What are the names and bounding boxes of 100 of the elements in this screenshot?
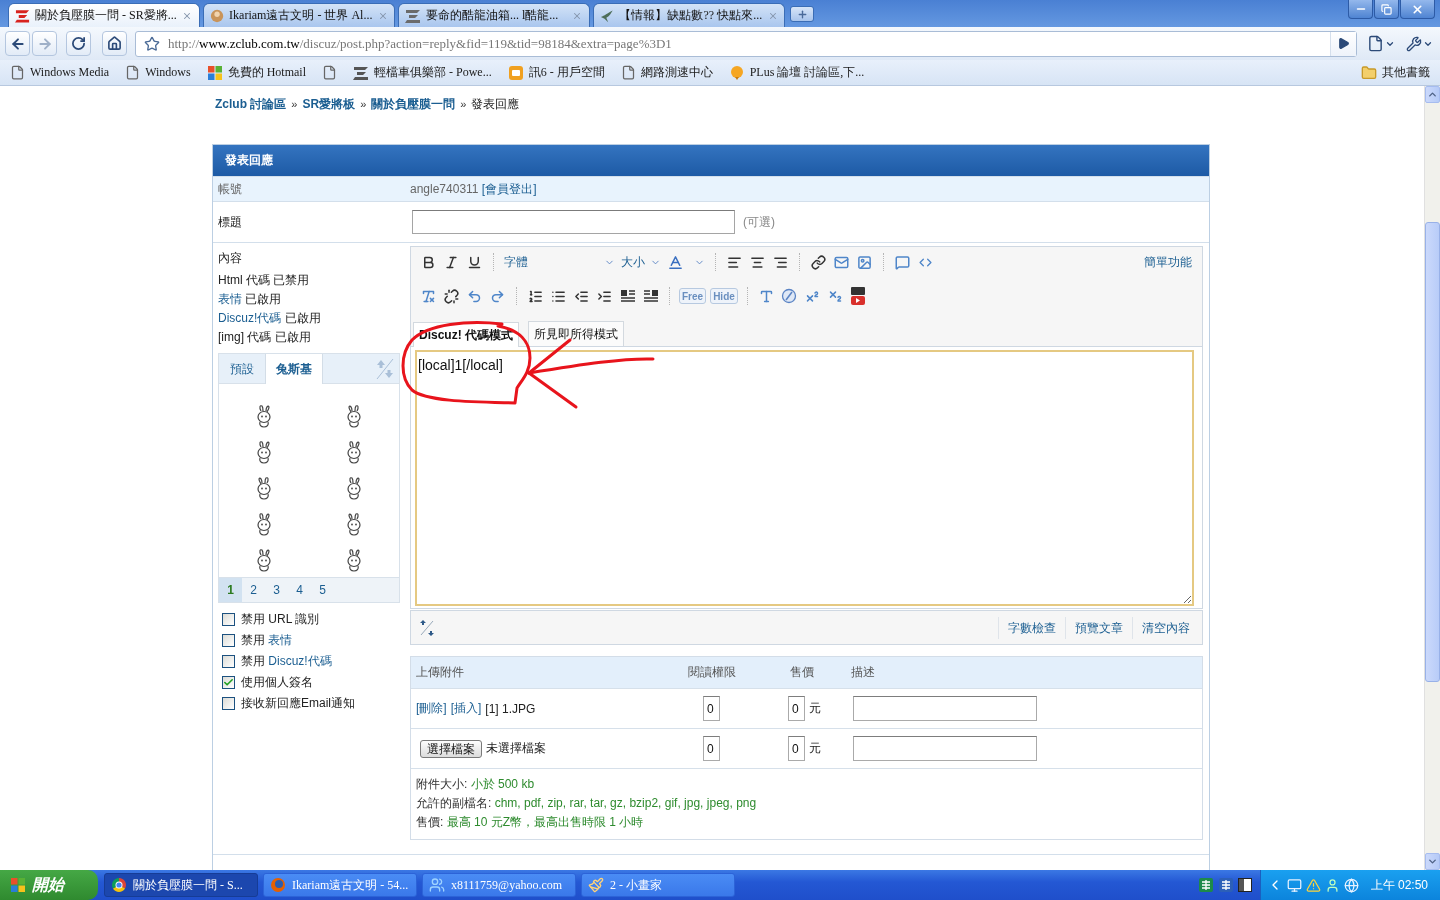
float-right-icon <box>642 288 659 304</box>
page-button[interactable]: 1 <box>219 578 242 602</box>
align-right-icon <box>773 254 788 270</box>
bookmark-link[interactable]: Windows Media <box>8 65 112 80</box>
striped-logo-icon <box>353 64 369 81</box>
attachment-link[interactable]: [插入] <box>450 700 482 717</box>
globe-icon[interactable] <box>1343 877 1359 893</box>
permission-field[interactable]: 0 <box>703 696 720 721</box>
editor-action-link[interactable]: 字數檢查 <box>998 616 1065 639</box>
wrench-icon <box>1405 35 1422 52</box>
post-textarea[interactable]: [local]1[/local] <box>415 350 1194 606</box>
font-dropdown[interactable]: 字體 <box>501 251 618 273</box>
smiley-tab[interactable]: 預設 <box>219 354 265 384</box>
price-field[interactable]: 0 <box>788 736 805 761</box>
taskbar-item[interactable]: 2 - 小畫家 <box>581 873 735 897</box>
choose-file-button[interactable]: 選擇檔案 <box>420 739 482 758</box>
price-field[interactable]: 0 <box>788 696 805 721</box>
scroll-down-button[interactable] <box>1425 853 1440 870</box>
editor-mode-tab[interactable]: 所見即所得模式 <box>528 321 624 346</box>
underline-icon <box>467 254 482 270</box>
breadcrumb-link[interactable]: Zclub 討論區 <box>215 97 287 111</box>
smiley-tab[interactable]: 兔斯基 <box>265 354 323 384</box>
taskbar-item[interactable]: x8111759@yahoo.com <box>422 873 576 897</box>
home-button[interactable] <box>102 31 127 56</box>
subject-field[interactable] <box>412 210 735 234</box>
clock: 上午 02:50 <box>1370 876 1428 894</box>
scrollbar[interactable] <box>1424 86 1440 870</box>
size-dropdown[interactable]: 大小 <box>618 251 664 273</box>
setting-link[interactable]: 表情 <box>218 292 242 306</box>
checkbox[interactable] <box>222 613 235 626</box>
content-label: 內容 <box>218 251 243 265</box>
paintbrush-icon <box>588 877 604 893</box>
page-button[interactable]: 5 <box>311 578 334 602</box>
page-button[interactable]: 2 <box>242 578 265 602</box>
start-button[interactable]: 開始 <box>0 870 98 900</box>
setting-text: Discuz!代碼 已啟用 <box>218 310 322 327</box>
page-button[interactable]: 4 <box>288 578 311 602</box>
page-button[interactable]: 3 <box>265 578 288 602</box>
setting-link[interactable]: Discuz!代碼 <box>218 311 282 325</box>
column-header: 描述 <box>850 664 876 681</box>
logout-link[interactable]: [會員登出] <box>481 181 537 196</box>
breadcrumb-separator: » <box>291 97 298 111</box>
checkbox[interactable] <box>222 697 235 710</box>
input-method-icon[interactable] <box>1217 877 1234 893</box>
description-field[interactable] <box>853 736 1037 761</box>
quote-icon <box>895 254 910 270</box>
resize-icon <box>419 617 435 638</box>
taskbar-item[interactable]: 關於負壓膜一問 - S... <box>104 873 258 897</box>
input-method-icon[interactable] <box>1197 877 1214 893</box>
scrollbar-thumb[interactable] <box>1425 222 1440 682</box>
user-icon[interactable] <box>1324 877 1340 893</box>
attachment-link[interactable]: [刪除] <box>416 700 447 717</box>
permission-field[interactable]: 0 <box>703 736 720 761</box>
browser-tab[interactable]: 【情報】缺點數?? 快點來... <box>593 3 785 27</box>
resize-button[interactable] <box>419 617 435 638</box>
bookmark-link[interactable]: 訊6 - 用戶空間 <box>505 64 607 81</box>
bookmark-link[interactable]: 輕檔車俱樂部 - Powe... <box>351 64 494 81</box>
simple-mode-link[interactable]: 簡單功能 <box>1144 253 1192 271</box>
taskbar-item[interactable]: Ikariam遠古文明 - 54... <box>263 873 417 897</box>
monitor-icon[interactable] <box>1286 877 1302 893</box>
browser-tab[interactable]: Ikariam遠古文明 - 世界 Al... <box>203 3 395 27</box>
minimize-button[interactable] <box>1348 0 1373 19</box>
browser-tab[interactable]: 關於負壓膜一問 - SR愛將... <box>8 3 200 27</box>
back-button[interactable] <box>5 31 30 56</box>
new-tab-button[interactable] <box>790 6 814 22</box>
checkbox[interactable] <box>222 676 235 689</box>
editor-action-link[interactable]: 清空內容 <box>1132 616 1199 639</box>
scroll-up-button[interactable] <box>1425 86 1440 103</box>
checkbox[interactable] <box>222 655 235 668</box>
other-bookmarks-link[interactable]: 其他書籤 <box>1359 64 1432 81</box>
bold-icon <box>421 254 436 270</box>
bookmark-link[interactable]: PLus 論壇 討論區,下... <box>726 64 867 81</box>
panel-icon[interactable] <box>1237 878 1252 892</box>
image-icon <box>857 254 872 270</box>
editor-action-link[interactable]: 預覽文章 <box>1065 616 1132 639</box>
breadcrumb-link[interactable]: SR愛將板 <box>302 97 356 111</box>
browser-tab[interactable]: 要命的酷龍油箱... l酷龍... <box>398 3 590 27</box>
close-icon <box>377 10 388 21</box>
align-center-icon <box>750 254 765 270</box>
attachment-note: 附件大小: 小於 500 kb <box>416 776 536 793</box>
breadcrumb-separator: » <box>360 97 367 111</box>
breadcrumb-separator: » <box>460 97 467 111</box>
close-window-button[interactable] <box>1400 0 1435 19</box>
go-button[interactable] <box>1330 31 1356 56</box>
breadcrumb-link[interactable]: 關於負壓膜一問 <box>371 97 456 111</box>
bookmark-link[interactable]: 免費的 Hotmail <box>204 64 308 81</box>
option-link[interactable]: 表情 <box>268 633 293 647</box>
bookmark-link[interactable]: Windows <box>123 65 193 80</box>
option-link[interactable]: Discuz!代碼 <box>268 654 332 668</box>
attachment-note: 售價: 最高 10 元Z幣，最高出售時限 1 小時 <box>416 814 645 831</box>
bookmark-link[interactable]: 網路測速中心 <box>618 64 715 81</box>
optional-hint: (可選) <box>743 213 775 231</box>
remove-format-icon <box>421 288 436 304</box>
description-field[interactable] <box>853 696 1037 721</box>
numbered-list-icon <box>528 288 543 304</box>
restore-button[interactable] <box>1374 0 1399 19</box>
page-icon <box>10 65 25 80</box>
setting-text: Html 代碼 已禁用 <box>218 272 311 289</box>
checkbox[interactable] <box>222 634 235 647</box>
reload-button[interactable] <box>66 31 91 56</box>
